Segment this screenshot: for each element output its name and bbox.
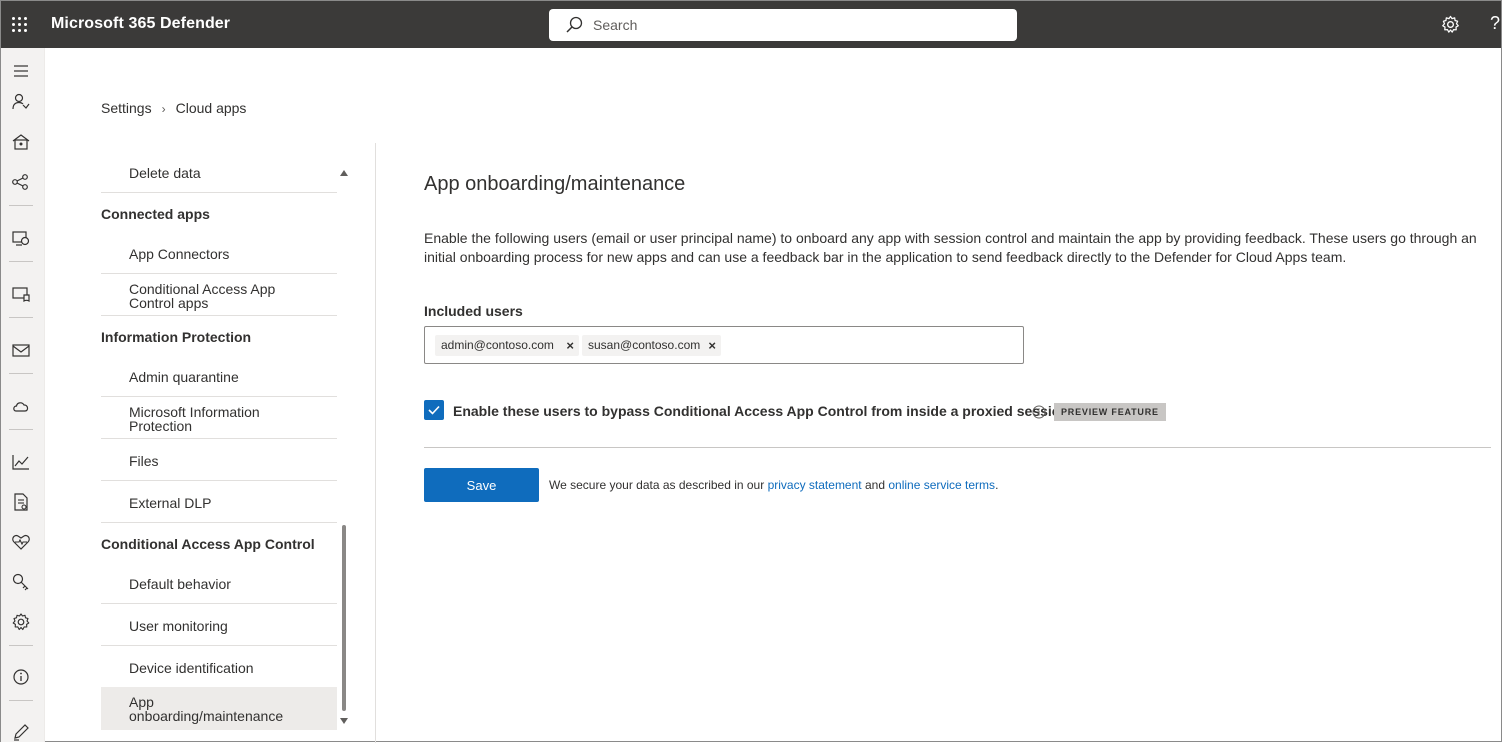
nav-group-information-protection: Information Protection — [101, 329, 252, 345]
nav-group-connected-apps: Connected apps — [101, 206, 210, 222]
incidents-icon[interactable] — [11, 92, 31, 112]
reports-icon[interactable] — [11, 452, 31, 472]
email-icon[interactable] — [11, 340, 31, 360]
included-users-label: Included users — [424, 303, 523, 319]
save-button[interactable]: Save — [424, 468, 539, 502]
scroll-thumb[interactable] — [342, 525, 346, 711]
user-chip-label: admin@contoso.com — [441, 338, 554, 352]
nav-item-device-identification[interactable]: Device identification — [101, 661, 337, 688]
permissions-icon[interactable] — [11, 572, 31, 592]
nav-item-mip[interactable]: Microsoft Information Protection — [101, 405, 337, 439]
nav-item-external-dlp[interactable]: External DLP — [101, 496, 337, 523]
info-icon[interactable] — [1032, 405, 1046, 419]
search-input[interactable] — [593, 9, 993, 41]
online-service-terms-link[interactable]: online service terms — [888, 478, 995, 492]
left-nav-rail — [1, 48, 45, 742]
nav-item-files[interactable]: Files — [101, 454, 337, 481]
cloud-apps-icon[interactable] — [11, 396, 31, 416]
hamburger-icon[interactable] — [11, 61, 31, 81]
breadcrumb: Settings › Cloud apps — [101, 100, 246, 116]
top-bar: Microsoft 365 Defender ? — [1, 1, 1501, 48]
breadcrumb-settings[interactable]: Settings — [101, 100, 152, 116]
waffle-icon[interactable] — [12, 17, 28, 33]
settings-icon[interactable] — [11, 612, 31, 632]
legal-prefix: We secure your data as described in our — [549, 478, 765, 492]
chevron-right-icon: › — [161, 102, 166, 116]
checkmark-icon — [428, 405, 440, 415]
user-chip: admin@contoso.com × — [435, 335, 579, 356]
secure-score-icon[interactable] — [11, 228, 31, 248]
hunting-icon[interactable] — [11, 132, 31, 152]
settings-nav: Delete data Connected apps App Connector… — [101, 153, 337, 743]
nav-group-caac: Conditional Access App Control — [101, 536, 315, 552]
nav-item-delete-data[interactable]: Delete data — [101, 166, 337, 193]
scroll-down-arrow-icon[interactable] — [340, 718, 348, 724]
remove-user-icon[interactable]: × — [708, 335, 716, 356]
remove-user-icon[interactable]: × — [566, 335, 574, 356]
scroll-up-arrow-icon[interactable] — [340, 170, 348, 176]
nav-item-app-onboarding[interactable]: App onboarding/maintenance — [101, 687, 337, 730]
legal-conjunction: and — [864, 478, 885, 492]
nav-item-default-behavior[interactable]: Default behavior — [101, 577, 337, 604]
search-icon — [566, 16, 583, 33]
nav-item-admin-quarantine[interactable]: Admin quarantine — [101, 370, 337, 397]
customize-icon[interactable] — [11, 722, 31, 742]
preview-feature-badge: PREVIEW FEATURE — [1054, 403, 1166, 421]
privacy-statement-link[interactable]: privacy statement — [768, 478, 862, 492]
section-divider — [424, 447, 1491, 448]
user-chip-label: susan@contoso.com — [588, 338, 701, 352]
breadcrumb-cloud-apps: Cloud apps — [175, 100, 247, 116]
gear-icon[interactable] — [1441, 15, 1460, 34]
info-icon[interactable] — [11, 667, 31, 687]
audit-icon[interactable] — [11, 492, 31, 512]
included-users-picker[interactable]: admin@contoso.com × susan@contoso.com × — [424, 326, 1024, 364]
page-description: Enable the following users (email or use… — [424, 230, 1477, 265]
health-icon[interactable] — [11, 532, 31, 552]
page-title: App onboarding/maintenance — [424, 173, 686, 195]
user-chip: susan@contoso.com × — [582, 335, 721, 356]
actions-icon[interactable] — [11, 172, 31, 192]
panel-divider — [375, 143, 376, 743]
bypass-checkbox-label[interactable]: Enable these users to bypass Conditional… — [453, 403, 1069, 419]
endpoints-icon[interactable] — [11, 284, 31, 304]
bypass-checkbox[interactable] — [424, 400, 444, 420]
search-box[interactable] — [549, 9, 1017, 41]
nav-item-user-monitoring[interactable]: User monitoring — [101, 619, 337, 646]
nav-item-app-connectors[interactable]: App Connectors — [101, 247, 337, 274]
legal-notice: We secure your data as described in our … — [549, 478, 998, 492]
help-icon[interactable]: ? — [1490, 13, 1500, 34]
legal-suffix: . — [995, 478, 999, 492]
nav-item-caac-apps[interactable]: Conditional Access App Control apps — [101, 282, 337, 316]
app-title[interactable]: Microsoft 365 Defender — [51, 15, 230, 33]
